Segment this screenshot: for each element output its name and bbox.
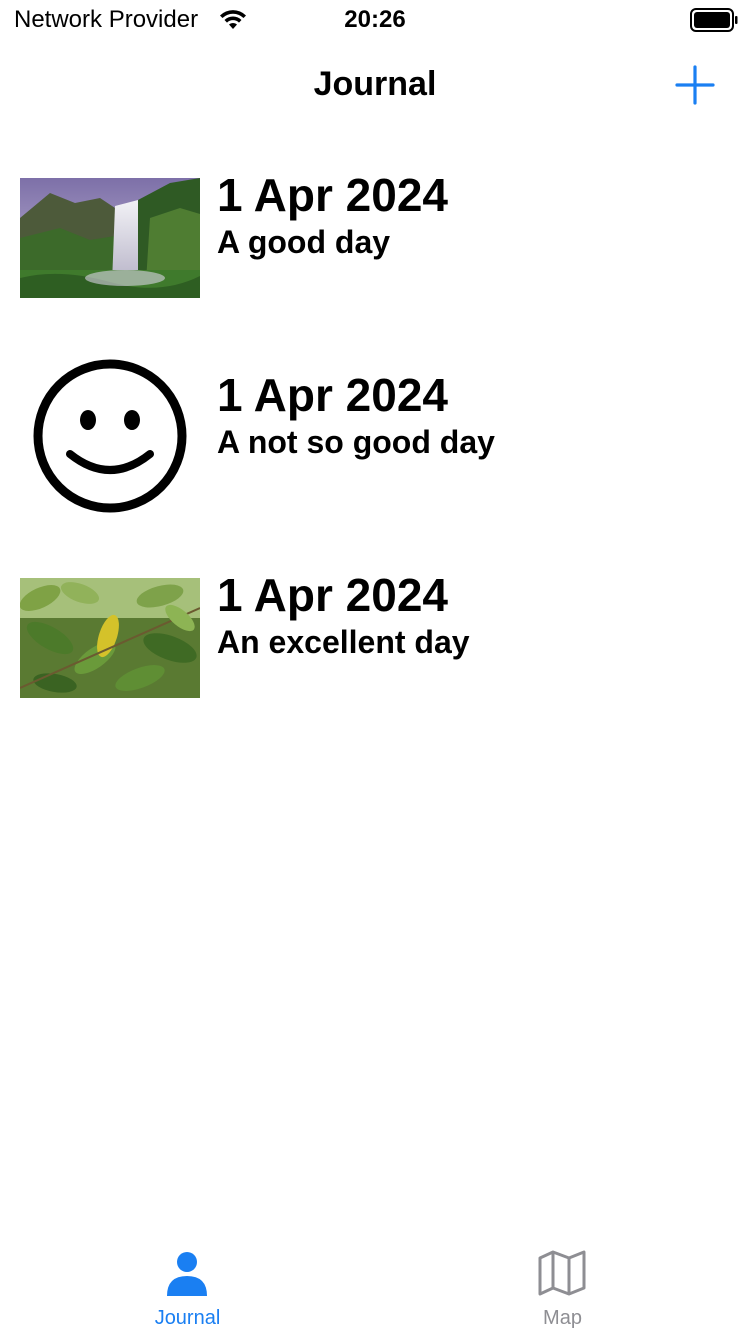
smiley-face-icon	[33, 359, 187, 513]
navigation-bar: Journal	[0, 40, 750, 128]
status-bar: Network Provider 20:26	[0, 0, 750, 40]
entry-date: 1 Apr 2024	[217, 169, 448, 221]
journal-entry-list: 1 Apr 2024 A good day 1 Apr 2024 A not s…	[0, 150, 750, 750]
page-title: Journal	[313, 65, 437, 103]
tab-journal[interactable]: Journal	[0, 1236, 375, 1334]
tab-bar: Journal Map	[0, 1236, 750, 1334]
waterfall-photo	[20, 178, 200, 298]
plus-icon	[675, 65, 715, 105]
entry-title: An excellent day	[217, 624, 470, 660]
status-time: 20:26	[344, 6, 406, 33]
entry-title: A good day	[217, 224, 391, 260]
leaves-photo	[20, 578, 200, 698]
add-entry-button[interactable]	[670, 60, 720, 110]
battery-full-icon	[690, 8, 738, 32]
tab-label: Journal	[154, 1307, 221, 1329]
journal-entry-1[interactable]: 1 Apr 2024 A good day	[0, 150, 750, 350]
entry-date: 1 Apr 2024	[217, 569, 448, 621]
person-icon	[167, 1252, 207, 1296]
entry-title: A not so good day	[217, 424, 495, 460]
journal-entry-2[interactable]: 1 Apr 2024 A not so good day	[0, 350, 750, 550]
tab-map[interactable]: Map	[375, 1236, 750, 1334]
entry-date: 1 Apr 2024	[217, 369, 448, 421]
journal-entry-3[interactable]: 1 Apr 2024 An excellent day	[0, 550, 750, 750]
tab-label: Map	[543, 1307, 582, 1329]
map-icon	[538, 1250, 586, 1296]
